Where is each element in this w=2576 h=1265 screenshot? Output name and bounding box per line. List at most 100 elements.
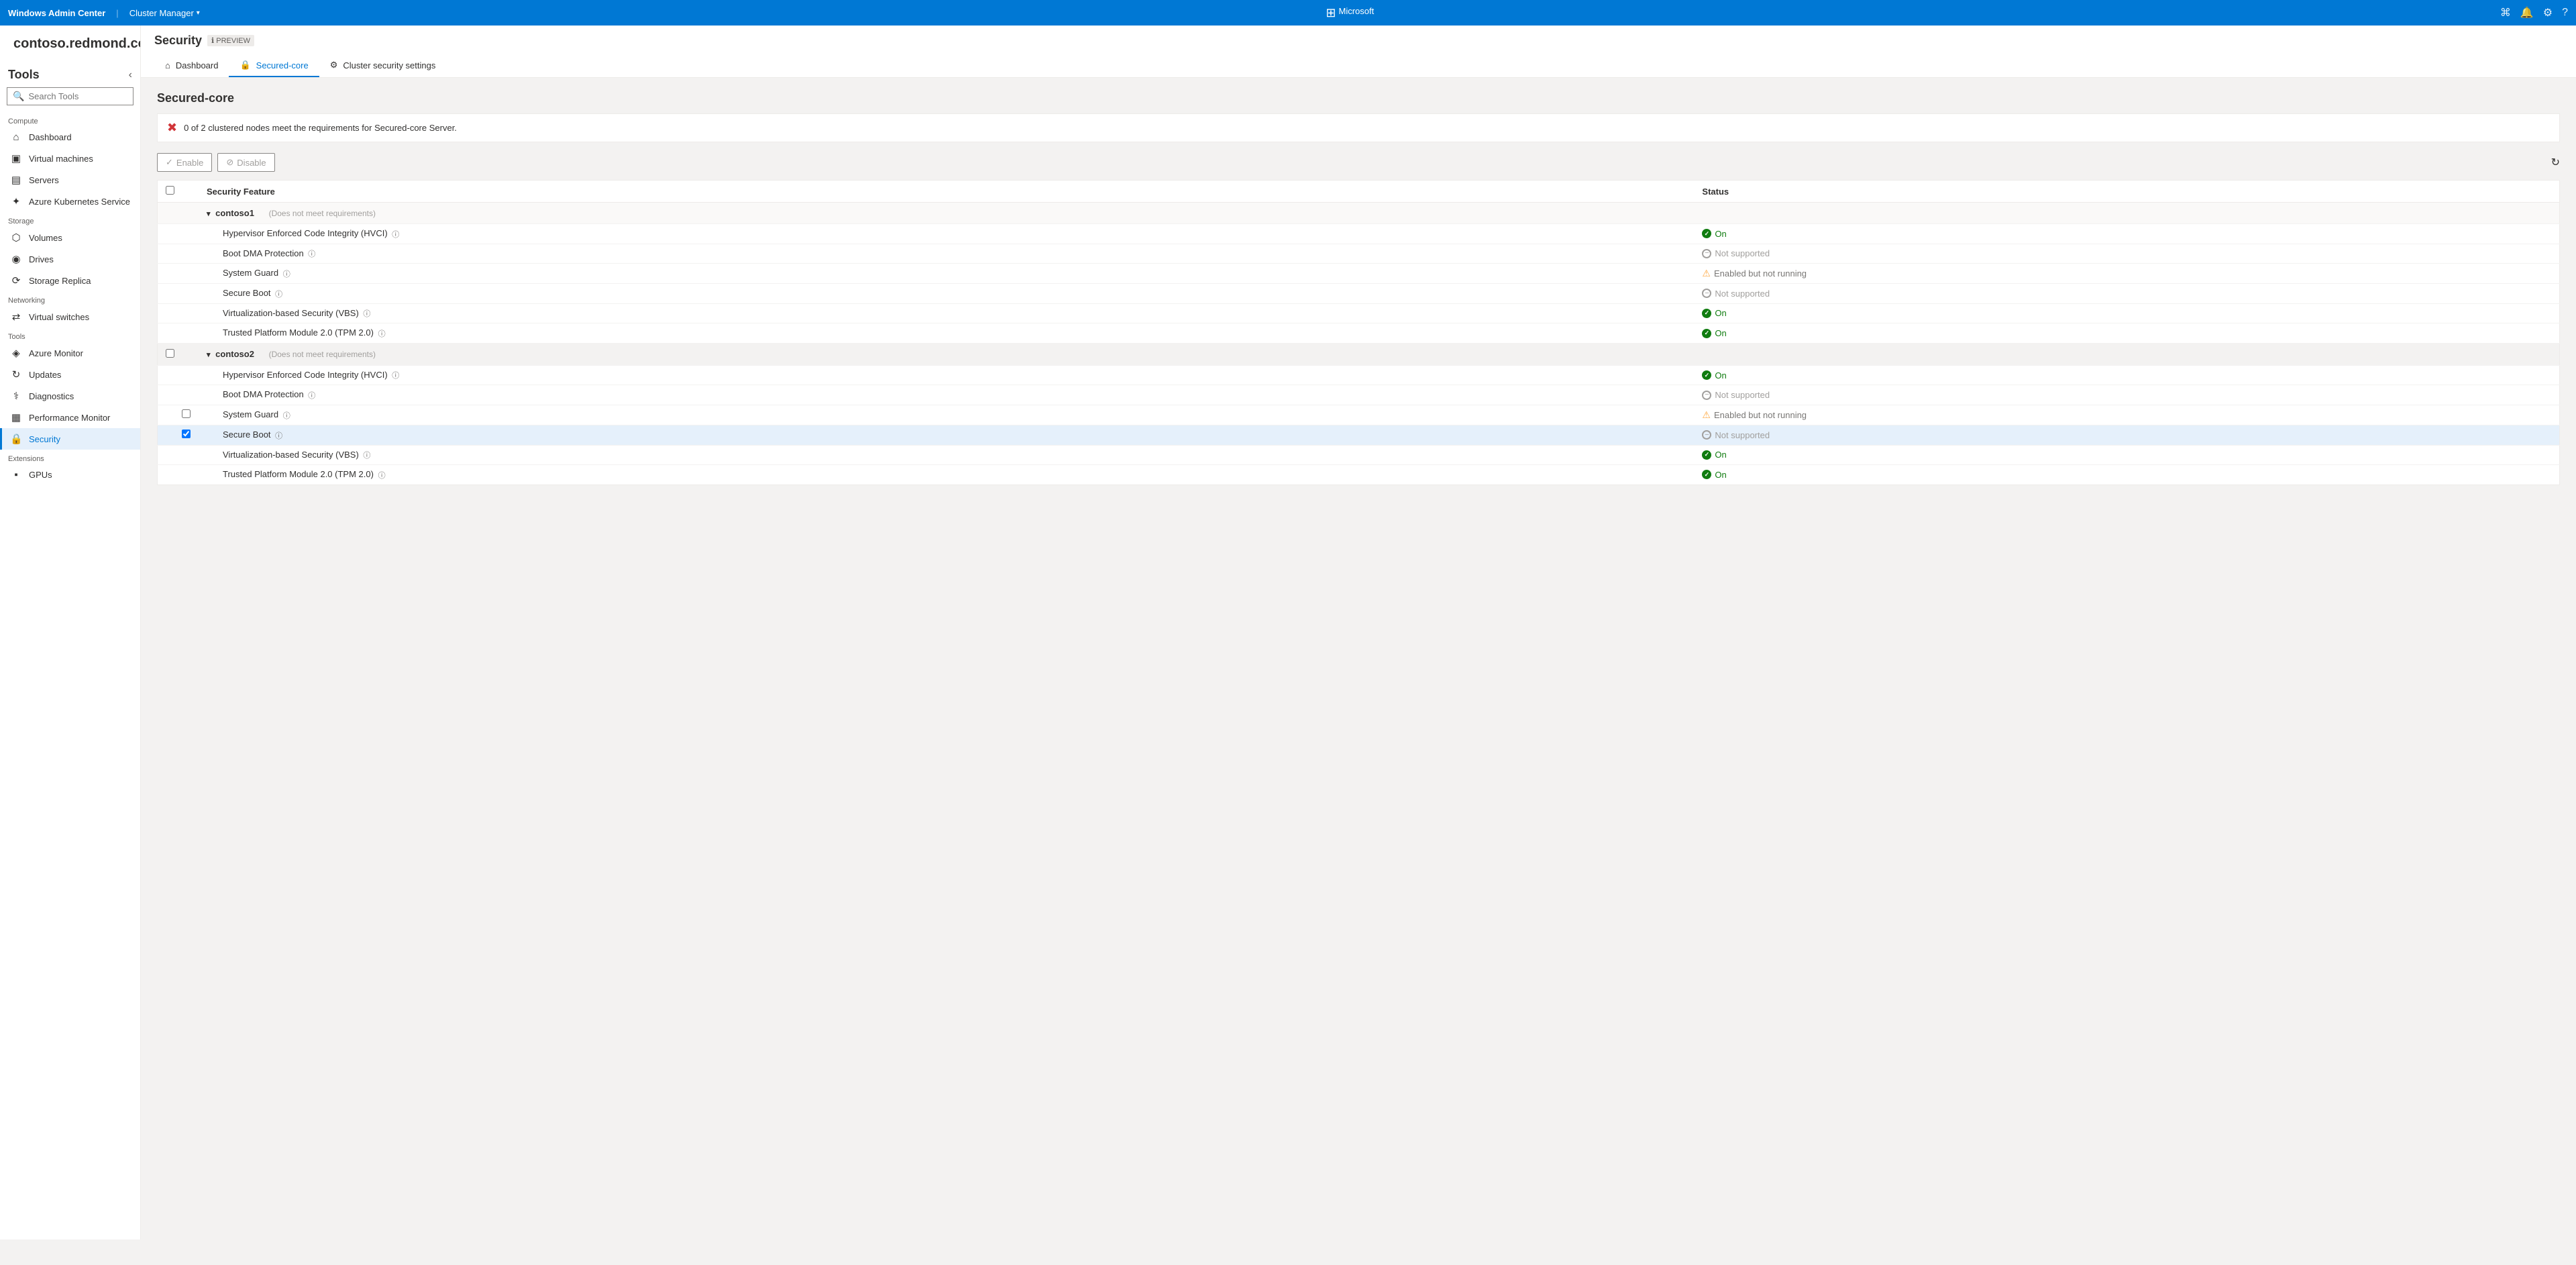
sidebar-item-storage-replica[interactable]: ⟳ Storage Replica <box>0 270 140 291</box>
topbar-center: ⊞ Microsoft <box>208 6 2492 20</box>
secureboot1-status-icon <box>1702 289 1711 298</box>
sidebar-item-diagnostics[interactable]: ⚕ Diagnostics <box>0 385 140 407</box>
app-brand: Windows Admin Center <box>8 8 105 18</box>
subnav-dashboard-icon: ⌂ <box>165 60 170 70</box>
virtual-switches-icon: ⇄ <box>10 311 22 323</box>
secureboot2-feature-cell: Secure Boot ⓘ <box>199 425 1694 445</box>
sidebar-item-virtual-machines[interactable]: ▣ Virtual machines <box>0 148 140 169</box>
node2-chevron-icon[interactable]: ▾ <box>207 351 211 359</box>
tpm2-info-icon[interactable]: ⓘ <box>378 472 386 480</box>
dma1-status-icon <box>1702 249 1711 258</box>
sidebar-item-performance-monitor[interactable]: ▦ Performance Monitor <box>0 407 140 428</box>
select-all-checkbox[interactable] <box>166 186 174 195</box>
node1-chevron-icon[interactable]: ▾ <box>207 210 211 218</box>
section-title: Secured-core <box>157 91 2560 105</box>
secureboot2-status-label: Not supported <box>1715 430 1770 440</box>
vbs1-status: On <box>1702 308 2551 318</box>
vbs1-feature-name: Virtualization-based Security (VBS) <box>223 308 359 318</box>
section-label-storage: Storage <box>0 212 140 227</box>
help-icon[interactable]: ? <box>2562 7 2568 19</box>
table-row: System Guard ⓘ ⚠ Enabled but not running <box>158 405 2560 425</box>
systemguard2-checkbox[interactable] <box>182 409 191 418</box>
sidebar-item-gpus[interactable]: ▪ GPUs <box>0 464 140 485</box>
settings-icon[interactable]: ⚙ <box>2543 6 2553 19</box>
terminal-icon[interactable]: ⌘ <box>2500 6 2511 19</box>
table-body: ▾ contoso1 (Does not meet requirements) … <box>158 203 2560 485</box>
sidebar-item-dashboard-label: Dashboard <box>29 132 72 142</box>
subnav-secured-core-label: Secured-core <box>256 60 309 70</box>
node2-checkbox[interactable] <box>166 349 174 358</box>
secureboot2-status-icon <box>1702 430 1711 440</box>
vm-icon: ▣ <box>10 152 22 164</box>
vbs2-status: On <box>1702 450 2551 460</box>
cluster-manager-link[interactable]: Cluster Manager ▾ <box>129 8 200 18</box>
servers-icon: ▤ <box>10 174 22 186</box>
page-title: Security <box>154 34 202 48</box>
subnav-secured-core[interactable]: 🔒 Secured-core <box>229 54 319 77</box>
disable-circle-icon: ⊘ <box>226 157 233 168</box>
dma2-feature-name: Boot DMA Protection <box>223 389 304 399</box>
sidebar-item-servers[interactable]: ▤ Servers <box>0 169 140 191</box>
secureboot2-checkbox[interactable] <box>182 429 191 438</box>
disable-button[interactable]: ⊘ Disable <box>217 153 274 172</box>
table-row: Virtualization-based Security (VBS) ⓘ On <box>158 445 2560 465</box>
hvci1-checkbox-cell <box>158 224 199 244</box>
refresh-button[interactable]: ↻ <box>2551 156 2560 169</box>
sidebar-item-aks[interactable]: ✦ Azure Kubernetes Service <box>0 191 140 212</box>
topbar-icons: ⌘ 🔔 ⚙ ? <box>2500 6 2568 19</box>
sidebar-search-box[interactable]: 🔍 <box>7 87 133 105</box>
secureboot2-feature-name: Secure Boot <box>223 429 271 440</box>
hvci2-feature-cell: Hypervisor Enforced Code Integrity (HVCI… <box>199 365 1694 385</box>
dma2-feature-cell: Boot DMA Protection ⓘ <box>199 385 1694 405</box>
sidebar-item-updates[interactable]: ↻ Updates <box>0 364 140 385</box>
sidebar-item-gpus-label: GPUs <box>29 470 52 480</box>
secureboot2-info-icon[interactable]: ⓘ <box>275 432 282 440</box>
subnav-dashboard[interactable]: ⌂ Dashboard <box>154 54 229 77</box>
hvci2-info-icon[interactable]: ⓘ <box>392 372 399 380</box>
sidebar-item-drives[interactable]: ◉ Drives <box>0 248 140 270</box>
sidebar-item-security[interactable]: 🔒 Security <box>0 428 140 450</box>
ms-label: Microsoft <box>1339 6 1375 20</box>
guard2-status-label: Enabled but not running <box>1714 410 1807 420</box>
sidebar-item-dashboard[interactable]: ⌂ Dashboard <box>0 127 140 148</box>
notification-icon[interactable]: 🔔 <box>2520 6 2534 19</box>
ms-logo-icon: ⊞ <box>1326 6 1336 20</box>
content-area: Security ℹ PREVIEW ⌂ Dashboard 🔒 Secured… <box>141 26 2576 1239</box>
drives-icon: ◉ <box>10 253 22 265</box>
subnav-secured-core-icon: 🔒 <box>239 60 250 70</box>
sidebar-item-volumes[interactable]: ⬡ Volumes <box>0 227 140 248</box>
secureboot1-info-icon[interactable]: ⓘ <box>275 291 282 299</box>
section-label-compute: Compute <box>0 112 140 127</box>
sidebar-item-virtual-switches[interactable]: ⇄ Virtual switches <box>0 306 140 327</box>
guard2-status: ⚠ Enabled but not running <box>1702 409 2551 421</box>
col-checkbox <box>158 181 199 203</box>
sidebar-item-performance-monitor-label: Performance Monitor <box>29 413 110 423</box>
tpm2-status-icon <box>1702 470 1711 479</box>
section-label-extensions: Extensions <box>0 450 140 464</box>
guard2-info-icon[interactable]: ⓘ <box>283 412 290 420</box>
guard1-feature-name: System Guard <box>223 268 278 278</box>
table-row: ▾ contoso1 (Does not meet requirements) <box>158 203 2560 224</box>
sidebar-item-updates-label: Updates <box>29 370 61 380</box>
col-status: Status <box>1694 181 2559 203</box>
sidebar-collapse-button[interactable]: ‹ <box>129 69 132 81</box>
guard1-info-icon[interactable]: ⓘ <box>283 270 290 279</box>
hvci1-status: On <box>1702 229 2551 239</box>
guard1-status: ⚠ Enabled but not running <box>1702 268 2551 279</box>
guard1-status-cell: ⚠ Enabled but not running <box>1694 264 2559 284</box>
vbs2-info-icon[interactable]: ⓘ <box>363 452 370 460</box>
sidebar-item-azure-monitor[interactable]: ◈ Azure Monitor <box>0 342 140 364</box>
search-input[interactable] <box>28 91 127 101</box>
hvci1-info-icon[interactable]: ⓘ <box>392 231 399 239</box>
gpus-icon: ▪ <box>10 469 22 480</box>
subnav-cluster-security-settings[interactable]: ⚙ Cluster security settings <box>319 54 447 77</box>
sidebar-item-volumes-label: Volumes <box>29 233 62 243</box>
sidebar-item-drives-label: Drives <box>29 254 54 264</box>
tpm1-info-icon[interactable]: ⓘ <box>378 330 386 338</box>
enable-button[interactable]: ✓ Enable <box>157 153 212 172</box>
vbs1-info-icon[interactable]: ⓘ <box>363 310 370 318</box>
vbs1-feature-cell: Virtualization-based Security (VBS) ⓘ <box>199 303 1694 323</box>
dma2-status-label: Not supported <box>1715 390 1770 400</box>
dma1-info-icon[interactable]: ⓘ <box>308 250 315 258</box>
dma2-info-icon[interactable]: ⓘ <box>308 392 315 400</box>
